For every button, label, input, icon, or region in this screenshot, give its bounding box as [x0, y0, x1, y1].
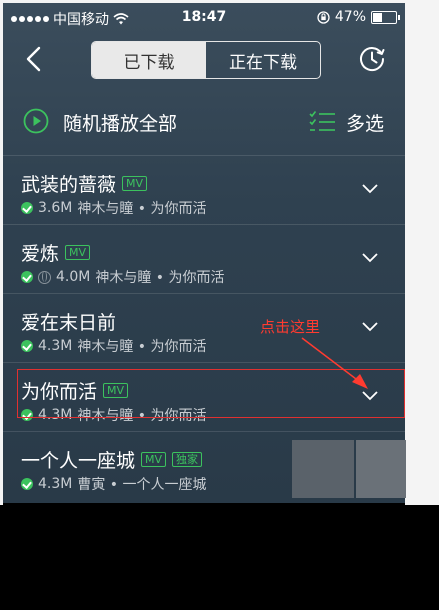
song-title: 一个人一座城 [21, 450, 136, 472]
nav-header: 已下载 正在下载 [3, 31, 405, 89]
download-tabs: 已下载 正在下载 [91, 41, 321, 79]
history-clock-icon[interactable] [357, 44, 387, 74]
shuffle-play-all-button[interactable]: 随机播放全部 [63, 109, 177, 136]
mv-badge[interactable]: MV [65, 245, 91, 260]
song-artist-album: 神木与瞳 • 为你而活 [77, 201, 207, 217]
song-artist-album: 神木与瞳 • 为你而活 [95, 270, 225, 286]
exclusive-badge: 独家 [172, 452, 203, 467]
downloaded-check-icon [21, 202, 33, 214]
downloaded-check-icon [21, 478, 33, 490]
chevron-down-icon[interactable] [361, 251, 379, 263]
song-size: 3.6M [38, 200, 73, 216]
annotation-arrow-icon [301, 337, 368, 389]
song-size: 4.3M [38, 476, 73, 492]
swipe-action-block [356, 440, 406, 498]
phone-screen: 中国移动 18:47 47% 已下载 正在下载 随机播放全部 多选 武装的蔷薇 … [3, 3, 405, 503]
play-all-bar: 随机播放全部 多选 [3, 89, 405, 155]
mv-badge[interactable]: MV [122, 176, 148, 191]
status-bar: 中国移动 18:47 47% [3, 3, 405, 31]
song-artist-album: 神木与瞳 • 为你而活 [77, 339, 207, 355]
mv-badge[interactable]: MV [141, 452, 167, 467]
multi-select-button[interactable]: 多选 [346, 109, 384, 136]
chevron-down-icon[interactable] [361, 182, 379, 194]
back-icon[interactable] [21, 45, 49, 73]
tab-downloaded[interactable]: 已下载 [92, 42, 206, 78]
downloaded-check-icon [21, 340, 33, 352]
network-globe-icon [38, 270, 51, 284]
song-artist-album: 曹寅 • 一个人一座城 [77, 477, 207, 493]
song-size: 4.3M [38, 338, 73, 354]
song-size: 4.0M [56, 269, 91, 285]
multi-select-icon[interactable] [308, 110, 336, 134]
rotation-lock-icon [317, 10, 330, 24]
song-row[interactable]: 武装的蔷薇 MV 3.6M 神木与瞳 • 为你而活 [3, 156, 405, 225]
battery-percent: 47% [334, 9, 366, 25]
chevron-down-icon[interactable] [361, 320, 379, 332]
song-title: 爱在末日前 [21, 312, 117, 334]
song-row[interactable]: 爱炼 MV 4.0M 神木与瞳 • 为你而活 [3, 225, 405, 294]
screenshot-border-right [405, 0, 439, 505]
play-icon[interactable] [23, 108, 49, 134]
swipe-action-block [292, 440, 354, 498]
tab-downloading[interactable]: 正在下载 [206, 42, 320, 78]
downloaded-check-icon [21, 271, 33, 283]
battery-icon [371, 10, 400, 24]
song-title: 武装的蔷薇 [21, 174, 117, 196]
song-title: 爱炼 [21, 243, 60, 265]
